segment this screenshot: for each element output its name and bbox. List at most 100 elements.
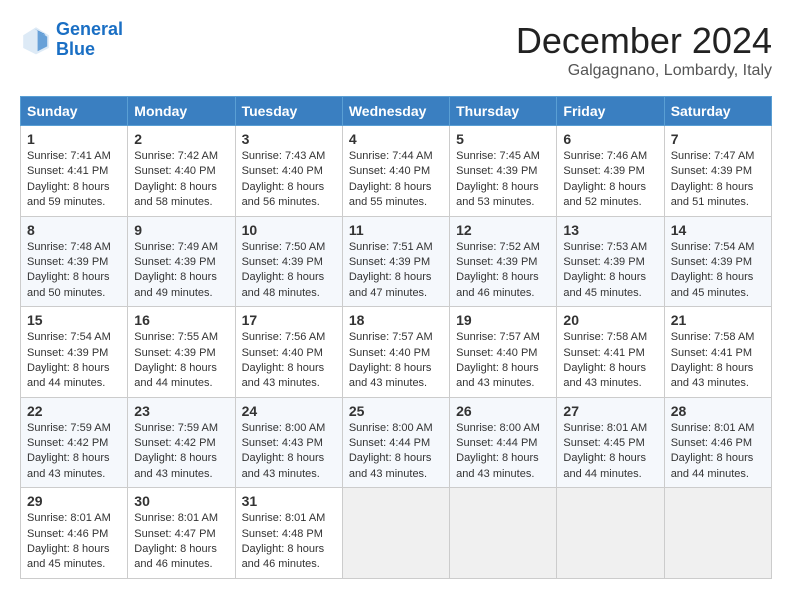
sunset-text: Sunset: 4:39 PM <box>27 347 108 359</box>
sunset-text: Sunset: 4:44 PM <box>349 437 430 449</box>
calendar-cell: 17 Sunrise: 7:56 AMSunset: 4:40 PMDayligh… <box>235 307 342 398</box>
daylight-text: Daylight: 8 hours and 44 minutes. <box>134 362 217 389</box>
sunrise-text: Sunrise: 8:01 AM <box>242 512 326 524</box>
cell-content: Sunrise: 7:49 AMSunset: 4:39 PMDaylight:… <box>134 240 228 302</box>
sunrise-text: Sunrise: 7:46 AM <box>563 150 647 162</box>
sunrise-text: Sunrise: 8:01 AM <box>134 512 218 524</box>
cell-content: Sunrise: 7:55 AMSunset: 4:39 PMDaylight:… <box>134 330 228 392</box>
sunset-text: Sunset: 4:40 PM <box>134 165 215 177</box>
cell-content: Sunrise: 8:01 AMSunset: 4:48 PMDaylight:… <box>242 511 336 573</box>
calendar-cell: 18Sunrise: 7:57 AMSunset: 4:40 PMDayligh… <box>342 307 449 398</box>
cell-content: Sunrise: 7:44 AM Sunset: 4:40 PM Daylight:… <box>349 149 443 211</box>
day-number: 17 <box>242 312 336 328</box>
cell-content: Sunrise: 7:56 AMSunset: 4:40 PMDaylight:… <box>242 330 336 392</box>
sunrise-text: Sunrise: 7:59 AM <box>27 422 111 434</box>
day-number: 30 <box>134 493 228 509</box>
cell-content: Sunrise: 7:47 AMSunset: 4:39 PMDaylight:… <box>671 149 765 211</box>
calendar-table: SundayMondayTuesdayWednesdayThursdayFrid… <box>20 96 772 579</box>
sunset-text: Sunset: 4:39 PM <box>671 256 752 268</box>
cell-content: Sunrise: 7:54 AMSunset: 4:39 PMDaylight:… <box>27 330 121 392</box>
daylight-text: Daylight: 8 hours and 55 minutes. <box>349 181 432 208</box>
daylight-text: Daylight: 8 hours and 52 minutes. <box>563 181 646 208</box>
calendar-cell: 2Sunrise: 7:42 AMSunset: 4:40 PMDaylight… <box>128 126 235 217</box>
sunrise-text: Sunrise: 7:55 AM <box>134 331 218 343</box>
sunset-text: Sunset: 4:40 PM <box>349 165 430 177</box>
sunset-text: Sunset: 4:39 PM <box>671 165 752 177</box>
calendar-cell: 25Sunrise: 8:00 AMSunset: 4:44 PMDayligh… <box>342 397 449 488</box>
day-number: 13 <box>563 222 657 238</box>
month-title: December 2024 <box>516 20 772 62</box>
calendar-cell: 30Sunrise: 8:01 AMSunset: 4:47 PMDayligh… <box>128 488 235 579</box>
calendar-cell: 4Sunrise: 7:44 AMSunset: 4:40 PMDaylight… <box>342 126 449 217</box>
sunrise-text: Sunrise: 7:43 AM <box>242 150 326 162</box>
sunrise-text: Sunrise: 7:57 AM <box>349 331 433 343</box>
sunrise-text: Sunrise: 7:44 AM <box>349 150 433 162</box>
daylight-text: Daylight: 8 hours and 46 minutes. <box>134 543 217 570</box>
cell-content: Sunrise: 7:59 AMSunset: 4:42 PMDaylight:… <box>27 421 121 483</box>
calendar-cell: 21Sunrise: 7:58 AMSunset: 4:41 PMDayligh… <box>664 307 771 398</box>
cell-content: Sunrise: 7:57 AMSunset: 4:40 PMDaylight:… <box>349 330 443 392</box>
day-number: 12 <box>456 222 550 238</box>
logo-line1: General <box>56 19 123 39</box>
sunrise-text: Sunrise: 7:54 AM <box>671 241 755 253</box>
day-number: 6 <box>563 131 657 147</box>
daylight-text: Daylight: 8 hours and 43 minutes. <box>349 362 432 389</box>
daylight-text: Daylight: 8 hours and 49 minutes. <box>134 271 217 298</box>
sunrise-text: Sunrise: 7:59 AM <box>134 422 218 434</box>
sunrise-text: Sunrise: 7:52 AM <box>456 241 540 253</box>
location: Galgagnano, Lombardy, Italy <box>516 62 772 80</box>
daylight-text: Daylight: 8 hours and 43 minutes. <box>242 362 325 389</box>
sunrise-text: Sunrise: 7:42 AM <box>134 150 218 162</box>
header-row: SundayMondayTuesdayWednesdayThursdayFrid… <box>21 97 772 126</box>
cell-content: Sunrise: 7:57 AMSunset: 4:40 PMDaylight:… <box>456 330 550 392</box>
daylight-text: Daylight: 8 hours and 46 minutes. <box>456 271 539 298</box>
daylight-text: Daylight: 8 hours and 53 minutes. <box>456 181 539 208</box>
header-wednesday: Wednesday <box>342 97 449 126</box>
cell-content: Sunrise: 7:58 AMSunset: 4:41 PMDaylight:… <box>671 330 765 392</box>
cell-content: Sunrise: 8:00 AMSunset: 4:44 PMDaylight:… <box>456 421 550 483</box>
calendar-cell: 1Sunrise: 7:41 AMSunset: 4:41 PMDaylight… <box>21 126 128 217</box>
sunrise-text: Sunrise: 7:56 AM <box>242 331 326 343</box>
daylight-text: Daylight: 8 hours and 44 minutes. <box>27 362 110 389</box>
calendar-cell <box>342 488 449 579</box>
daylight-text: Daylight: 8 hours and 43 minutes. <box>134 452 217 479</box>
logo-icon <box>20 24 52 56</box>
calendar-cell: 29Sunrise: 8:01 AMSunset: 4:46 PMDayligh… <box>21 488 128 579</box>
calendar-cell: 24Sunrise: 8:00 AMSunset: 4:43 PMDayligh… <box>235 397 342 488</box>
header-tuesday: Tuesday <box>235 97 342 126</box>
sunset-text: Sunset: 4:39 PM <box>456 165 537 177</box>
sunset-text: Sunset: 4:39 PM <box>134 256 215 268</box>
calendar-cell: 6Sunrise: 7:46 AMSunset: 4:39 PMDaylight… <box>557 126 664 217</box>
cell-content: Sunrise: 7:54 AM Sunset: 4:39 PM Daylight:… <box>671 240 765 302</box>
daylight-text: Daylight: 8 hours and 45 minutes. <box>671 271 754 298</box>
daylight-text: Daylight: 8 hours and 59 minutes. <box>27 181 110 208</box>
sunrise-text: Sunrise: 7:48 AM <box>27 241 111 253</box>
day-number: 31 <box>242 493 336 509</box>
sunset-text: Sunset: 4:40 PM <box>242 165 323 177</box>
calendar-cell: 14Sunrise: 7:54 AMSunset: 4:39 PMDayligh… <box>664 216 771 307</box>
day-number: 27 <box>563 403 657 419</box>
header-monday: Monday <box>128 97 235 126</box>
sunrise-text: Sunrise: 8:00 AM <box>242 422 326 434</box>
calendar-cell <box>557 488 664 579</box>
calendar-cell: 16Sunrise: 7:55 AMSunset: 4:39 PMDayligh… <box>128 307 235 398</box>
calendar-cell: 3Sunrise: 7:43 AMSunset: 4:40 PMDaylight… <box>235 126 342 217</box>
week-row-2: 8Sunrise: 7:48 AMSunset: 4:39 PMDaylight… <box>21 216 772 307</box>
cell-content: Sunrise: 7:52 AMSunset: 4:39 PMDaylight:… <box>456 240 550 302</box>
sunrise-text: Sunrise: 7:41 AM <box>27 150 111 162</box>
cell-content: Sunrise: 7:50 AMSunset: 4:39 PMDaylight:… <box>242 240 336 302</box>
sunset-text: Sunset: 4:46 PM <box>27 528 108 540</box>
cell-content: Sunrise: 7:48 AMSunset: 4:39 PMDaylight:… <box>27 240 121 302</box>
cell-content: Sunrise: 7:51 AMSunset: 4:39 PMDaylight:… <box>349 240 443 302</box>
day-number: 15 <box>27 312 121 328</box>
sunrise-text: Sunrise: 7:47 AM <box>671 150 755 162</box>
title-block: December 2024 Galgagnano, Lombardy, Ital… <box>516 20 772 80</box>
sunset-text: Sunset: 4:48 PM <box>242 528 323 540</box>
sunset-text: Sunset: 4:39 PM <box>27 256 108 268</box>
sunset-text: Sunset: 4:41 PM <box>563 347 644 359</box>
calendar-cell: 28Sunrise: 8:01 AMSunset: 4:46 PMDayligh… <box>664 397 771 488</box>
cell-content: Sunrise: 7:45 AMSunset: 4:39 PMDaylight:… <box>456 149 550 211</box>
sunset-text: Sunset: 4:42 PM <box>27 437 108 449</box>
calendar-cell: 23Sunrise: 7:59 AMSunset: 4:42 PMDayligh… <box>128 397 235 488</box>
daylight-text: Daylight: 8 hours and 56 minutes. <box>242 181 325 208</box>
